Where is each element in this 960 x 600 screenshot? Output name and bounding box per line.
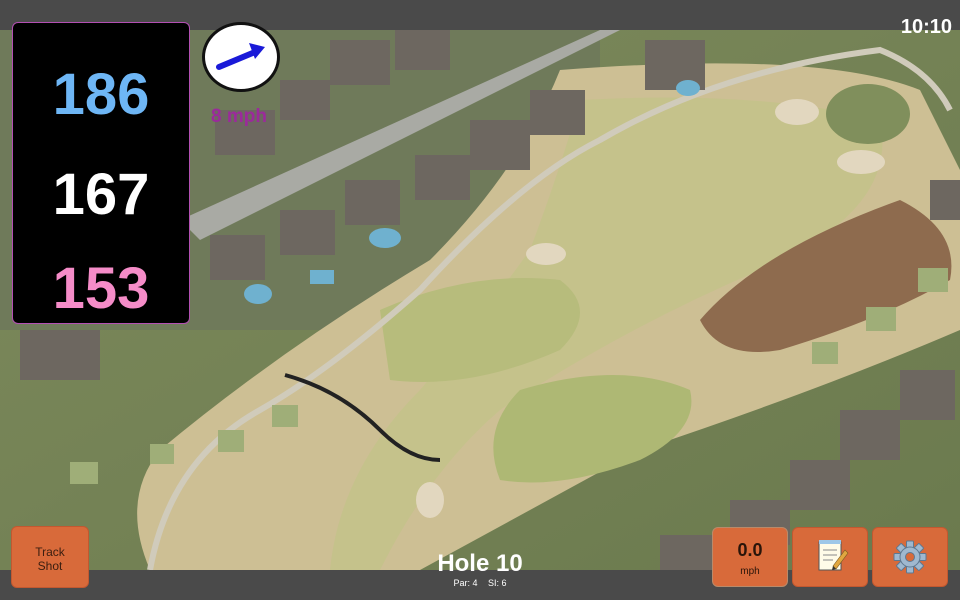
speed-unit: mph: [740, 566, 760, 577]
gear-icon: [893, 540, 927, 574]
hole-title: Hole 10: [437, 550, 523, 577]
track-shot-label-line1: Track: [35, 545, 65, 559]
distance-back: 186: [52, 62, 150, 127]
hole-info: Par: 4 SI: 6: [380, 578, 580, 588]
notepad-icon: [818, 540, 849, 571]
speed-value: 0.0: [737, 540, 763, 560]
distance-middle: 167: [52, 162, 150, 227]
status-time: 10:10: [900, 16, 952, 38]
distance-panel: 186 167 153: [12, 22, 190, 324]
wind-indicator[interactable]: [202, 22, 280, 92]
wind-speed: 8 mph: [211, 106, 267, 127]
hole-par: Par: 4: [453, 578, 478, 588]
hole-si: SI: 6: [488, 578, 507, 588]
track-shot-label-line2: Shot: [37, 559, 63, 573]
wind-arrow-icon: [216, 43, 265, 70]
track-shot-button[interactable]: Track Shot: [11, 526, 89, 588]
distance-front: 153: [52, 256, 150, 321]
settings-button[interactable]: [872, 527, 948, 587]
speed-button[interactable]: 0.0 mph: [712, 527, 788, 587]
notes-button[interactable]: [792, 527, 868, 587]
